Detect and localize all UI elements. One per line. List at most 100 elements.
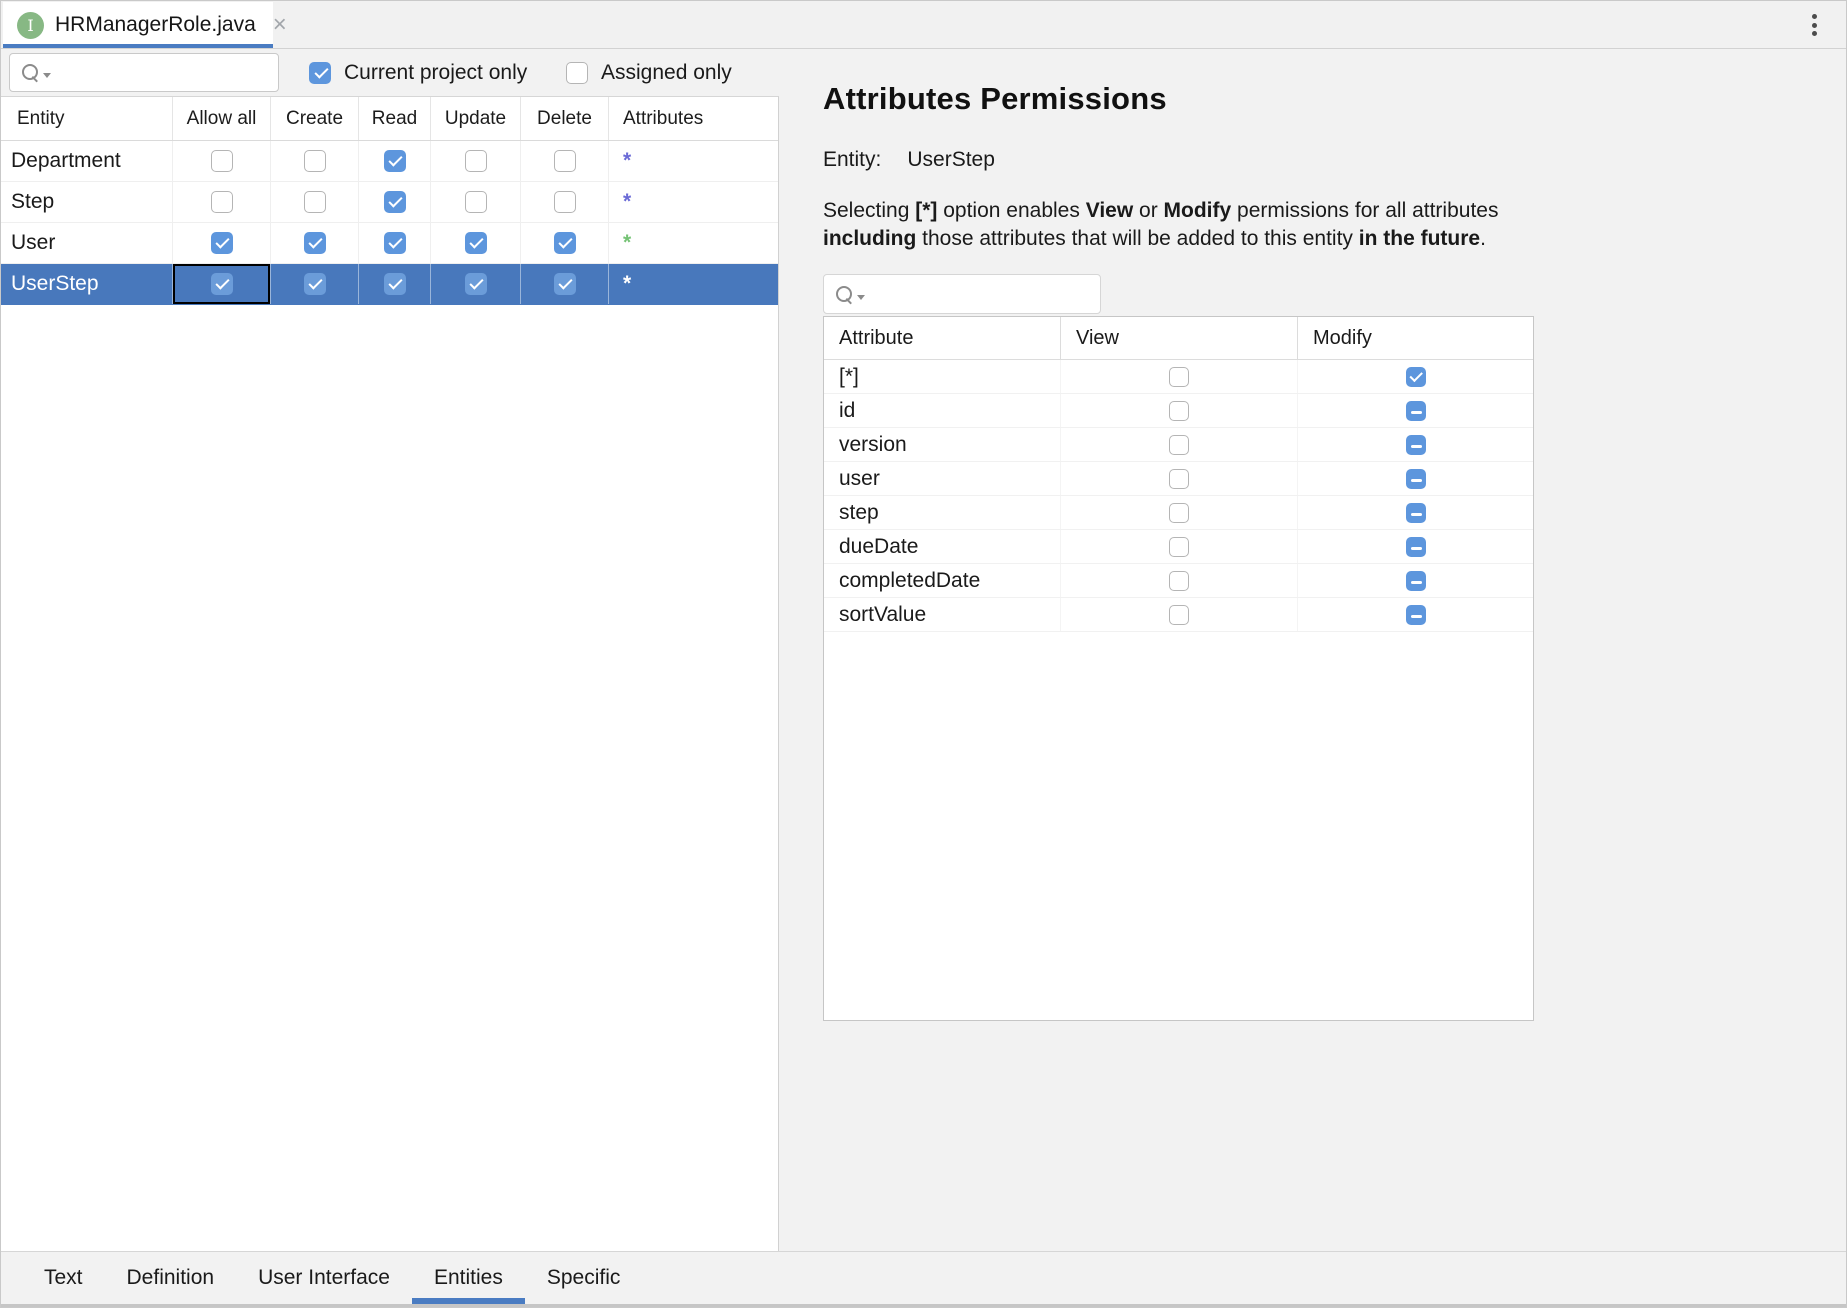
entity-search-field[interactable]	[9, 53, 279, 92]
table-row[interactable]: sortValue	[824, 598, 1533, 632]
chevron-down-icon	[857, 295, 865, 300]
column-header-allow-all[interactable]: Allow all	[173, 97, 271, 140]
table-row[interactable]: Department *	[1, 141, 778, 182]
table-row[interactable]: step	[824, 496, 1533, 530]
attributes-permissions-panel: Attributes Permissions Entity: UserStep …	[823, 81, 1535, 1021]
column-header-modify[interactable]: Modify	[1298, 317, 1533, 359]
modify-cell[interactable]	[1298, 428, 1533, 461]
table-row[interactable]: user	[824, 462, 1533, 496]
table-row[interactable]: id	[824, 394, 1533, 428]
attribute-permissions-table: Attribute View Modify [*] id version use…	[823, 316, 1534, 1021]
attribute-name: id	[824, 394, 1061, 427]
view-cell[interactable]	[1061, 564, 1298, 597]
allow-all-cell[interactable]	[173, 182, 271, 222]
entity-name: Department	[1, 141, 173, 181]
column-header-read[interactable]: Read	[359, 97, 431, 140]
column-header-view[interactable]: View	[1061, 317, 1298, 359]
view-cell[interactable]	[1061, 394, 1298, 427]
chevron-down-icon	[43, 73, 51, 78]
current-project-only-option[interactable]: Current project only	[309, 49, 527, 96]
delete-cell[interactable]	[521, 141, 609, 181]
attribute-name: completedDate	[824, 564, 1061, 597]
column-header-attribute[interactable]: Attribute	[824, 317, 1061, 359]
view-cell[interactable]	[1061, 496, 1298, 529]
entity-search-input[interactable]	[55, 54, 300, 91]
column-header-update[interactable]: Update	[431, 97, 521, 140]
table-row[interactable]: version	[824, 428, 1533, 462]
update-cell[interactable]	[431, 223, 521, 263]
tab-hrmanagerrole[interactable]: I HRManagerRole.java ×	[3, 2, 273, 48]
read-cell[interactable]	[359, 141, 431, 181]
view-cell[interactable]	[1061, 428, 1298, 461]
modify-checkbox	[1406, 605, 1426, 625]
create-cell[interactable]	[271, 223, 359, 263]
bottom-tab-text[interactable]: Text	[44, 1252, 83, 1304]
read-cell[interactable]	[359, 264, 431, 304]
attribute-table-header: Attribute View Modify	[824, 317, 1533, 360]
column-header-delete[interactable]: Delete	[521, 97, 609, 140]
current-project-only-checkbox[interactable]	[309, 62, 331, 84]
search-icon	[836, 286, 853, 303]
read-cell[interactable]	[359, 182, 431, 222]
view-cell[interactable]	[1061, 360, 1298, 393]
permission-checkbox	[211, 232, 233, 254]
modify-checkbox	[1406, 367, 1426, 387]
attribute-name: sortValue	[824, 598, 1061, 631]
permission-checkbox	[554, 150, 576, 172]
allow-all-cell[interactable]	[173, 223, 271, 263]
modify-cell[interactable]	[1298, 360, 1533, 393]
permission-checkbox	[304, 191, 326, 213]
table-row[interactable]: dueDate	[824, 530, 1533, 564]
bottom-tab-definition[interactable]: Definition	[127, 1252, 215, 1304]
table-row[interactable]: UserStep *	[1, 264, 778, 305]
attributes-marker: *	[623, 190, 631, 214]
permission-checkbox	[554, 191, 576, 213]
read-cell[interactable]	[359, 223, 431, 263]
view-cell[interactable]	[1061, 462, 1298, 495]
close-icon[interactable]: ×	[273, 13, 287, 37]
delete-cell[interactable]	[521, 223, 609, 263]
column-header-entity[interactable]: Entity	[1, 97, 173, 140]
modify-cell[interactable]	[1298, 394, 1533, 427]
attributes-marker: *	[623, 272, 631, 296]
permission-checkbox	[384, 273, 406, 295]
column-header-attributes[interactable]: Attributes	[609, 97, 778, 140]
column-header-create[interactable]: Create	[271, 97, 359, 140]
view-cell[interactable]	[1061, 598, 1298, 631]
bottom-tab-user-interface[interactable]: User Interface	[258, 1252, 390, 1304]
assigned-only-checkbox[interactable]	[566, 62, 588, 84]
update-cell[interactable]	[431, 141, 521, 181]
attribute-search-field[interactable]	[823, 274, 1101, 314]
create-cell[interactable]	[271, 264, 359, 304]
table-row[interactable]: User *	[1, 223, 778, 264]
delete-cell[interactable]	[521, 264, 609, 304]
bottom-tab-specific[interactable]: Specific	[547, 1252, 621, 1304]
update-cell[interactable]	[431, 182, 521, 222]
view-checkbox	[1169, 571, 1189, 591]
update-cell[interactable]	[431, 264, 521, 304]
modify-cell[interactable]	[1298, 530, 1533, 563]
create-cell[interactable]	[271, 141, 359, 181]
modify-cell[interactable]	[1298, 462, 1533, 495]
assigned-only-option[interactable]: Assigned only	[566, 49, 732, 96]
java-class-icon: I	[17, 12, 44, 39]
create-cell[interactable]	[271, 182, 359, 222]
table-row[interactable]: Step *	[1, 182, 778, 223]
modify-cell[interactable]	[1298, 496, 1533, 529]
permission-checkbox	[304, 232, 326, 254]
modify-cell[interactable]	[1298, 598, 1533, 631]
attributes-marker: *	[623, 231, 631, 255]
view-checkbox	[1169, 537, 1189, 557]
delete-cell[interactable]	[521, 182, 609, 222]
attribute-search-input[interactable]	[869, 275, 1114, 313]
permission-checkbox	[465, 232, 487, 254]
modify-cell[interactable]	[1298, 564, 1533, 597]
permission-checkbox	[211, 191, 233, 213]
table-row[interactable]: [*]	[824, 360, 1533, 394]
view-cell[interactable]	[1061, 530, 1298, 563]
allow-all-cell[interactable]	[173, 141, 271, 181]
allow-all-cell[interactable]	[173, 264, 271, 304]
bottom-tab-entities[interactable]: Entities	[434, 1252, 503, 1304]
table-row[interactable]: completedDate	[824, 564, 1533, 598]
kebab-menu-icon[interactable]	[1804, 12, 1824, 38]
